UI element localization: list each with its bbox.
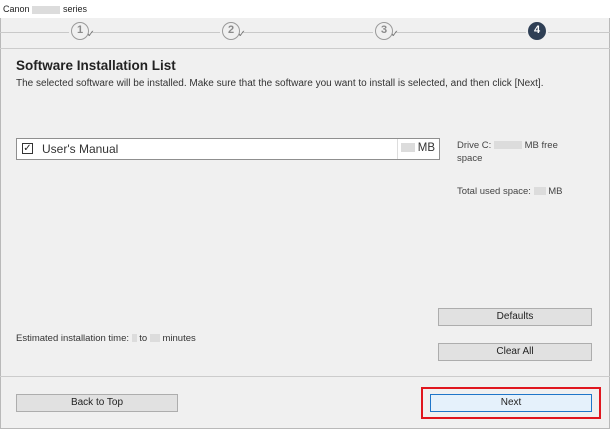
step-4-number: 4 <box>533 24 541 36</box>
drive-label: Drive C: <box>457 140 492 151</box>
software-item-size: MB <box>400 142 435 154</box>
back-to-top-button[interactable]: Back to Top <box>16 394 178 412</box>
estimate-max-redacted <box>149 334 160 343</box>
software-list: ✓ User's Manual MB <box>16 138 440 160</box>
list-column-divider <box>397 139 398 159</box>
page-description: The selected software will be installed.… <box>16 78 544 89</box>
step-1-number: 1 <box>76 24 84 36</box>
users-manual-checkbox[interactable]: ✓ <box>22 143 33 154</box>
step-3: 3 ✓ <box>375 22 399 40</box>
step-done-check-icon: ✓ <box>390 29 399 40</box>
size-redacted <box>400 143 415 153</box>
title-prefix: Canon <box>3 4 30 14</box>
total-used-unit: MB <box>548 186 563 197</box>
clear-all-button[interactable]: Clear All <box>438 343 592 361</box>
step-connector <box>242 32 373 33</box>
defaults-button[interactable]: Defaults <box>438 308 592 326</box>
step-1: 1 ✓ <box>71 22 95 40</box>
step-4-current: 4 <box>528 22 546 40</box>
step-indicator: 1 ✓ 2 ✓ 3 ✓ 4 <box>0 18 610 46</box>
estimate-unit: minutes <box>162 333 196 344</box>
drive-free-space: Drive C: MB free space <box>457 139 558 165</box>
step-3-number: 3 <box>380 24 388 36</box>
title-suffix: series <box>63 4 88 14</box>
header-separator <box>0 48 610 49</box>
footer-separator <box>0 376 610 377</box>
step-done-check-icon: ✓ <box>237 29 246 40</box>
estimate-min-redacted <box>131 334 137 343</box>
free-space-unit: MB free <box>524 140 558 151</box>
free-space-redacted <box>493 141 522 150</box>
step-connector <box>548 32 610 33</box>
next-button[interactable]: Next <box>430 394 592 412</box>
step-connector <box>91 32 220 33</box>
title-bar: Canon series <box>0 0 610 18</box>
total-used-space: Total used space: MB <box>457 185 562 198</box>
estimated-time: Estimated installation time: to minutes <box>16 333 196 344</box>
total-used-label: Total used space: <box>457 186 531 197</box>
software-item-name: User's Manual <box>42 142 119 156</box>
size-unit: MB <box>417 142 435 154</box>
estimate-label: Estimated installation time: <box>16 333 129 344</box>
total-used-redacted <box>533 187 546 196</box>
page-title: Software Installation List <box>16 58 176 73</box>
step-connector <box>0 32 69 33</box>
step-2: 2 ✓ <box>222 22 246 40</box>
step-done-check-icon: ✓ <box>86 29 95 40</box>
estimate-to: to <box>139 333 148 344</box>
step-connector <box>395 32 526 33</box>
free-space-tail: space <box>457 153 483 164</box>
step-2-number: 2 <box>227 24 235 36</box>
title-redacted-model <box>32 0 60 18</box>
